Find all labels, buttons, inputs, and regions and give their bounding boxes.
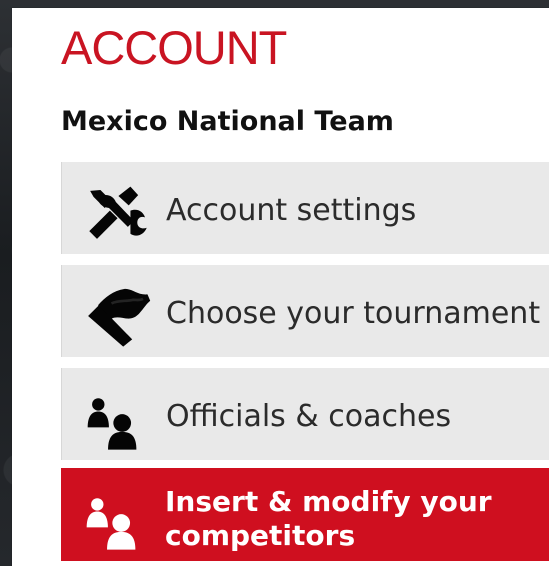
tools-icon <box>80 184 150 244</box>
choose-tournament-menu-item[interactable]: Choose your tournament <box>61 265 549 357</box>
menu-item-label: Account settings <box>166 193 417 228</box>
menu-item-label: Choose your tournament <box>166 296 541 331</box>
officials-coaches-menu-item[interactable]: Officials & coaches <box>61 368 549 460</box>
flag-icon <box>80 283 152 349</box>
menu-item-label: Insert & modify your competitors <box>165 485 492 552</box>
account-settings-menu-item[interactable]: Account settings <box>61 162 549 254</box>
account-menu: Account settings Choose your tournament <box>61 162 549 562</box>
menu-item-label: Officials & coaches <box>166 399 452 434</box>
account-panel: ACCOUNT Mexico National Team Account set… <box>12 8 549 566</box>
competitors-menu-item[interactable]: Insert & modify your competitors <box>61 468 549 561</box>
team-name: Mexico National Team <box>61 106 394 137</box>
users-icon <box>79 492 151 554</box>
account-title: ACCOUNT <box>61 21 287 74</box>
users-icon <box>80 392 152 454</box>
